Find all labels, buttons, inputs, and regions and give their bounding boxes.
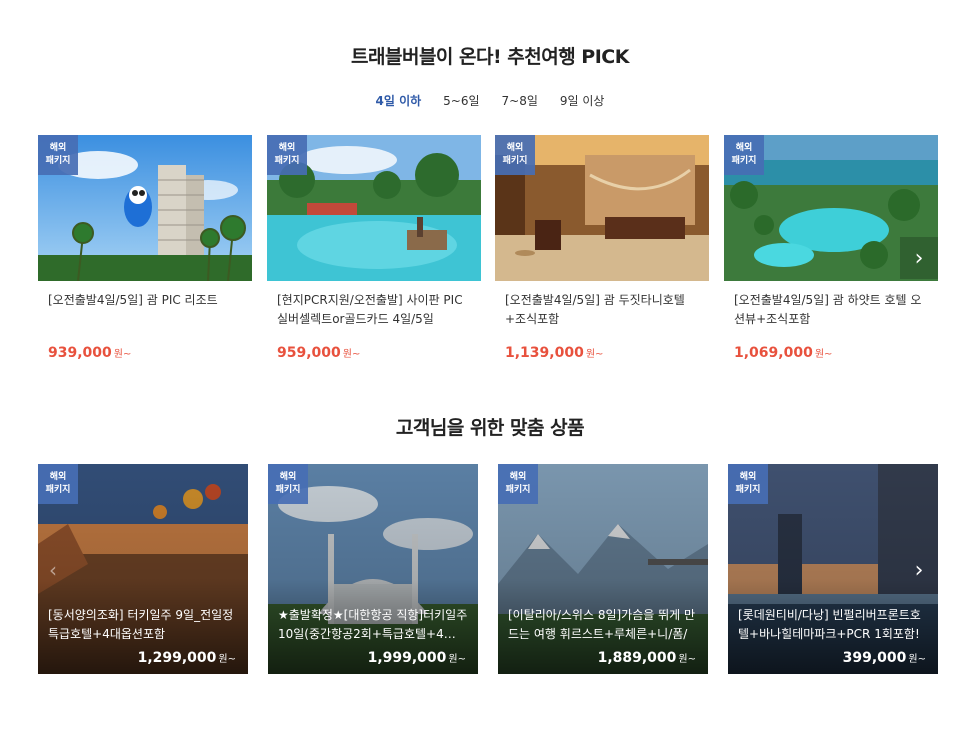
badge-overseas-package: 해외 패키지	[267, 135, 307, 175]
product-price: 1,069,000 원~	[734, 345, 833, 361]
badge-overseas-package: 해외 패키지	[38, 135, 78, 175]
badge-overseas-package: 해외 패키지	[728, 464, 768, 504]
custom-product-card[interactable]: 해외 패키지 [이탈리아/스위스 8일]가슴을 뛰게 만드는 여행 휘르스트+루체…	[498, 464, 708, 674]
carousel-next-button[interactable]: ›	[900, 237, 938, 279]
product-price: 959,000 원~	[277, 345, 361, 361]
product-card[interactable]: 해외 패키지 › [오전출발4일/5일] 괌 하얏트 호텔 오션뷰+조식포함 1,…	[724, 135, 938, 361]
product-card[interactable]: 해외 패키지 [오전출발4일/5일] 괌 두짓타니호텔 +조식포함 1,139,0…	[495, 135, 709, 361]
product-name[interactable]: [롯데원티비/다낭] 빈펄리버프론트호텔+바나힐테마파크+PCR 1회포함! …	[738, 606, 928, 646]
chevron-left-icon: ‹	[49, 558, 57, 582]
product-image-guam-hyatt[interactable]: 해외 패키지 ›	[724, 135, 938, 281]
carousel-prev-button[interactable]: ‹	[38, 550, 68, 590]
badge-overseas-package: 해외 패키지	[38, 464, 78, 504]
badge-overseas-package: 해외 패키지	[724, 135, 764, 175]
product-name[interactable]: [오전출발4일/5일] 괌 PIC 리조트	[38, 291, 252, 331]
custom-product-card[interactable]: 해외 패키지 › [롯데원티비/다낭] 빈펄리버프론트호텔+바나힐테마파크+PCR…	[728, 464, 938, 674]
product-price: 1,139,000 원~	[505, 345, 604, 361]
badge-overseas-package: 해외 패키지	[268, 464, 308, 504]
product-price: 939,000 원~	[48, 345, 132, 361]
product-price: 399,000 원~	[842, 650, 926, 666]
product-name[interactable]: [오전출발4일/5일] 괌 두짓타니호텔 +조식포함	[495, 291, 709, 331]
tab-9days-or-more[interactable]: 9일 이상	[560, 90, 605, 111]
custom-product-card[interactable]: 해외 패키지 ‹ [동서양의조화] 터키일주 9일_전일정 특급호텔+4대옵션포함…	[38, 464, 248, 674]
chevron-right-icon: ›	[914, 557, 924, 583]
product-card[interactable]: 해외 패키지 [오전출발4일/5일] 괌 PIC 리조트 939,000 원~	[38, 135, 252, 361]
product-image-guam-pic[interactable]: 해외 패키지	[38, 135, 252, 281]
product-image-saipan-pic[interactable]: 해외 패키지	[267, 135, 481, 281]
product-price: 1,999,000 원~	[367, 650, 466, 666]
product-price: 1,299,000 원~	[137, 650, 236, 666]
product-name[interactable]: ★출발확정★[대한항공 직항]터키일주10일(중간항공2회+특급호텔+4…	[278, 606, 468, 646]
carousel-next-button[interactable]: ›	[900, 550, 938, 590]
product-price: 1,889,000 원~	[597, 650, 696, 666]
custom-product-card[interactable]: 해외 패키지 ★출발확정★[대한항공 직항]터키일주10일(중간항공2회+특급호텔…	[268, 464, 478, 674]
section-title-custom: 고객님을 위한 맞춤 상품	[395, 417, 585, 439]
duration-tabs: 4일 이하 5~6일 7~8일 9일 이상	[0, 90, 980, 111]
product-name[interactable]: [이탈리아/스위스 8일]가슴을 뛰게 만드는 여행 휘르스트+루체른+니/폼/…	[508, 606, 698, 646]
product-image-guam-dusit[interactable]: 해외 패키지	[495, 135, 709, 281]
product-card[interactable]: 해외 패키지 [현지PCR지원/오전출발] 사이판 PIC 실버셀렉트or골드카드…	[267, 135, 481, 361]
badge-overseas-package: 해외 패키지	[495, 135, 535, 175]
chevron-right-icon: ›	[914, 245, 924, 271]
tab-4days-or-less[interactable]: 4일 이하	[376, 90, 422, 111]
product-name[interactable]: [현지PCR지원/오전출발] 사이판 PIC 실버셀렉트or골드카드 4일/5일	[267, 291, 481, 331]
badge-overseas-package: 해외 패키지	[498, 464, 538, 504]
tab-5-6days[interactable]: 5~6일	[443, 90, 479, 111]
product-name[interactable]: [동서양의조화] 터키일주 9일_전일정 특급호텔+4대옵션포함	[48, 606, 238, 646]
product-name[interactable]: [오전출발4일/5일] 괌 하얏트 호텔 오션뷰+조식포함	[724, 291, 938, 331]
section-title-recommend: 트래블버블이 온다! 추천여행 PICK	[351, 46, 629, 68]
tab-7-8days[interactable]: 7~8일	[502, 90, 538, 111]
